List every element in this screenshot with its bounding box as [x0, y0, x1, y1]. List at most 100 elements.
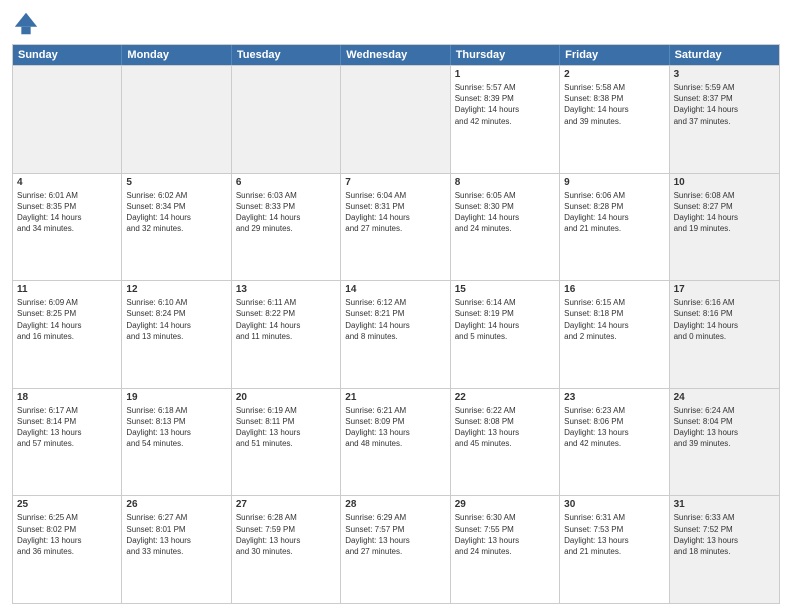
- day-info: Sunrise: 6:23 AMSunset: 8:06 PMDaylight:…: [564, 405, 664, 450]
- weekday-header: Monday: [122, 45, 231, 65]
- calendar-cell: 3 Sunrise: 5:59 AMSunset: 8:37 PMDaylight…: [670, 66, 779, 173]
- day-info: Sunrise: 5:59 AMSunset: 8:37 PMDaylight:…: [674, 82, 775, 127]
- calendar-week: 1 Sunrise: 5:57 AMSunset: 8:39 PMDaylight…: [13, 65, 779, 173]
- calendar-cell: 9Sunrise: 6:06 AMSunset: 8:28 PMDaylight…: [560, 174, 669, 281]
- day-info: Sunrise: 6:19 AMSunset: 8:11 PMDaylight:…: [236, 405, 336, 450]
- calendar-header: SundayMondayTuesdayWednesdayThursdayFrid…: [13, 45, 779, 65]
- calendar-cell: 31 Sunrise: 6:33 AMSunset: 7:52 PMDayligh…: [670, 496, 779, 603]
- day-info: Sunrise: 6:17 AMSunset: 8:14 PMDaylight:…: [17, 405, 117, 450]
- calendar-cell: 27 Sunrise: 6:28 AMSunset: 7:59 PMDayligh…: [232, 496, 341, 603]
- day-info: Sunrise: 6:25 AMSunset: 8:02 PMDaylight:…: [17, 512, 117, 557]
- calendar-cell: 11Sunrise: 6:09 AMSunset: 8:25 PMDayligh…: [13, 281, 122, 388]
- calendar-cell: 4Sunrise: 6:01 AMSunset: 8:35 PMDaylight…: [13, 174, 122, 281]
- day-number: 3: [674, 69, 775, 80]
- calendar-cell: 18Sunrise: 6:17 AMSunset: 8:14 PMDayligh…: [13, 389, 122, 496]
- calendar-cell: 6 Sunrise: 6:03 AMSunset: 8:33 PMDaylight…: [232, 174, 341, 281]
- calendar-week: 25 Sunrise: 6:25 AMSunset: 8:02 PMDayligh…: [13, 495, 779, 603]
- calendar-week: 4Sunrise: 6:01 AMSunset: 8:35 PMDaylight…: [13, 173, 779, 281]
- day-info: Sunrise: 6:33 AMSunset: 7:52 PMDaylight:…: [674, 512, 775, 557]
- day-number: 8: [455, 177, 555, 188]
- calendar-cell: 29Sunrise: 6:30 AMSunset: 7:55 PMDayligh…: [451, 496, 560, 603]
- calendar-cell: 19 Sunrise: 6:18 AMSunset: 8:13 PMDayligh…: [122, 389, 231, 496]
- weekday-header: Tuesday: [232, 45, 341, 65]
- logo: [12, 10, 44, 38]
- weekday-header: Wednesday: [341, 45, 450, 65]
- day-number: 30: [564, 499, 664, 510]
- weekday-header: Saturday: [670, 45, 779, 65]
- day-info: Sunrise: 6:18 AMSunset: 8:13 PMDaylight:…: [126, 405, 226, 450]
- day-info: Sunrise: 6:11 AMSunset: 8:22 PMDaylight:…: [236, 297, 336, 342]
- day-info: Sunrise: 6:04 AMSunset: 8:31 PMDaylight:…: [345, 190, 445, 235]
- day-info: Sunrise: 6:22 AMSunset: 8:08 PMDaylight:…: [455, 405, 555, 450]
- day-info: Sunrise: 6:15 AMSunset: 8:18 PMDaylight:…: [564, 297, 664, 342]
- day-number: 23: [564, 392, 664, 403]
- day-number: 15: [455, 284, 555, 295]
- logo-icon: [12, 10, 40, 38]
- calendar-week: 11Sunrise: 6:09 AMSunset: 8:25 PMDayligh…: [13, 280, 779, 388]
- day-info: Sunrise: 6:02 AMSunset: 8:34 PMDaylight:…: [126, 190, 226, 235]
- calendar-cell: 8 Sunrise: 6:05 AMSunset: 8:30 PMDaylight…: [451, 174, 560, 281]
- calendar-cell: 13 Sunrise: 6:11 AMSunset: 8:22 PMDayligh…: [232, 281, 341, 388]
- day-number: 5: [126, 177, 226, 188]
- day-info: Sunrise: 6:01 AMSunset: 8:35 PMDaylight:…: [17, 190, 117, 235]
- day-number: 31: [674, 499, 775, 510]
- calendar-cell: 2 Sunrise: 5:58 AMSunset: 8:38 PMDaylight…: [560, 66, 669, 173]
- day-number: 2: [564, 69, 664, 80]
- day-info: Sunrise: 6:24 AMSunset: 8:04 PMDaylight:…: [674, 405, 775, 450]
- day-number: 22: [455, 392, 555, 403]
- day-number: 7: [345, 177, 445, 188]
- calendar-cell: 1 Sunrise: 5:57 AMSunset: 8:39 PMDaylight…: [451, 66, 560, 173]
- day-number: 20: [236, 392, 336, 403]
- calendar-cell: 21 Sunrise: 6:21 AMSunset: 8:09 PMDayligh…: [341, 389, 450, 496]
- calendar-cell: 12 Sunrise: 6:10 AMSunset: 8:24 PMDayligh…: [122, 281, 231, 388]
- day-info: Sunrise: 5:58 AMSunset: 8:38 PMDaylight:…: [564, 82, 664, 127]
- calendar-cell: 17Sunrise: 6:16 AMSunset: 8:16 PMDayligh…: [670, 281, 779, 388]
- weekday-header: Sunday: [13, 45, 122, 65]
- day-number: 12: [126, 284, 226, 295]
- day-info: Sunrise: 6:05 AMSunset: 8:30 PMDaylight:…: [455, 190, 555, 235]
- day-number: 26: [126, 499, 226, 510]
- day-number: 6: [236, 177, 336, 188]
- day-number: 13: [236, 284, 336, 295]
- day-number: 10: [674, 177, 775, 188]
- day-info: Sunrise: 6:08 AMSunset: 8:27 PMDaylight:…: [674, 190, 775, 235]
- calendar-cell: 7 Sunrise: 6:04 AMSunset: 8:31 PMDaylight…: [341, 174, 450, 281]
- calendar-cell: 25 Sunrise: 6:25 AMSunset: 8:02 PMDayligh…: [13, 496, 122, 603]
- day-number: 21: [345, 392, 445, 403]
- day-info: Sunrise: 6:30 AMSunset: 7:55 PMDaylight:…: [455, 512, 555, 557]
- calendar-week: 18Sunrise: 6:17 AMSunset: 8:14 PMDayligh…: [13, 388, 779, 496]
- day-number: 1: [455, 69, 555, 80]
- day-info: Sunrise: 6:29 AMSunset: 7:57 PMDaylight:…: [345, 512, 445, 557]
- calendar-body: 1 Sunrise: 5:57 AMSunset: 8:39 PMDaylight…: [13, 65, 779, 603]
- day-info: Sunrise: 6:03 AMSunset: 8:33 PMDaylight:…: [236, 190, 336, 235]
- day-info: Sunrise: 6:21 AMSunset: 8:09 PMDaylight:…: [345, 405, 445, 450]
- calendar-cell: 16 Sunrise: 6:15 AMSunset: 8:18 PMDayligh…: [560, 281, 669, 388]
- calendar-cell: 30 Sunrise: 6:31 AMSunset: 7:53 PMDayligh…: [560, 496, 669, 603]
- weekday-header: Thursday: [451, 45, 560, 65]
- calendar-cell: 15Sunrise: 6:14 AMSunset: 8:19 PMDayligh…: [451, 281, 560, 388]
- day-number: 19: [126, 392, 226, 403]
- calendar-cell: 10 Sunrise: 6:08 AMSunset: 8:27 PMDayligh…: [670, 174, 779, 281]
- calendar-cell: 24Sunrise: 6:24 AMSunset: 8:04 PMDayligh…: [670, 389, 779, 496]
- calendar: SundayMondayTuesdayWednesdayThursdayFrid…: [12, 44, 780, 604]
- calendar-cell: 22 Sunrise: 6:22 AMSunset: 8:08 PMDayligh…: [451, 389, 560, 496]
- calendar-cell: 23 Sunrise: 6:23 AMSunset: 8:06 PMDayligh…: [560, 389, 669, 496]
- day-number: 14: [345, 284, 445, 295]
- calendar-cell: [122, 66, 231, 173]
- calendar-cell: 28Sunrise: 6:29 AMSunset: 7:57 PMDayligh…: [341, 496, 450, 603]
- day-number: 17: [674, 284, 775, 295]
- day-info: Sunrise: 6:09 AMSunset: 8:25 PMDaylight:…: [17, 297, 117, 342]
- day-info: Sunrise: 6:12 AMSunset: 8:21 PMDaylight:…: [345, 297, 445, 342]
- day-info: Sunrise: 6:06 AMSunset: 8:28 PMDaylight:…: [564, 190, 664, 235]
- day-info: Sunrise: 6:10 AMSunset: 8:24 PMDaylight:…: [126, 297, 226, 342]
- calendar-cell: [341, 66, 450, 173]
- day-info: Sunrise: 5:57 AMSunset: 8:39 PMDaylight:…: [455, 82, 555, 127]
- day-number: 27: [236, 499, 336, 510]
- day-info: Sunrise: 6:28 AMSunset: 7:59 PMDaylight:…: [236, 512, 336, 557]
- day-number: 16: [564, 284, 664, 295]
- day-number: 25: [17, 499, 117, 510]
- page: SundayMondayTuesdayWednesdayThursdayFrid…: [0, 0, 792, 612]
- day-info: Sunrise: 6:31 AMSunset: 7:53 PMDaylight:…: [564, 512, 664, 557]
- calendar-cell: 5 Sunrise: 6:02 AMSunset: 8:34 PMDaylight…: [122, 174, 231, 281]
- weekday-header: Friday: [560, 45, 669, 65]
